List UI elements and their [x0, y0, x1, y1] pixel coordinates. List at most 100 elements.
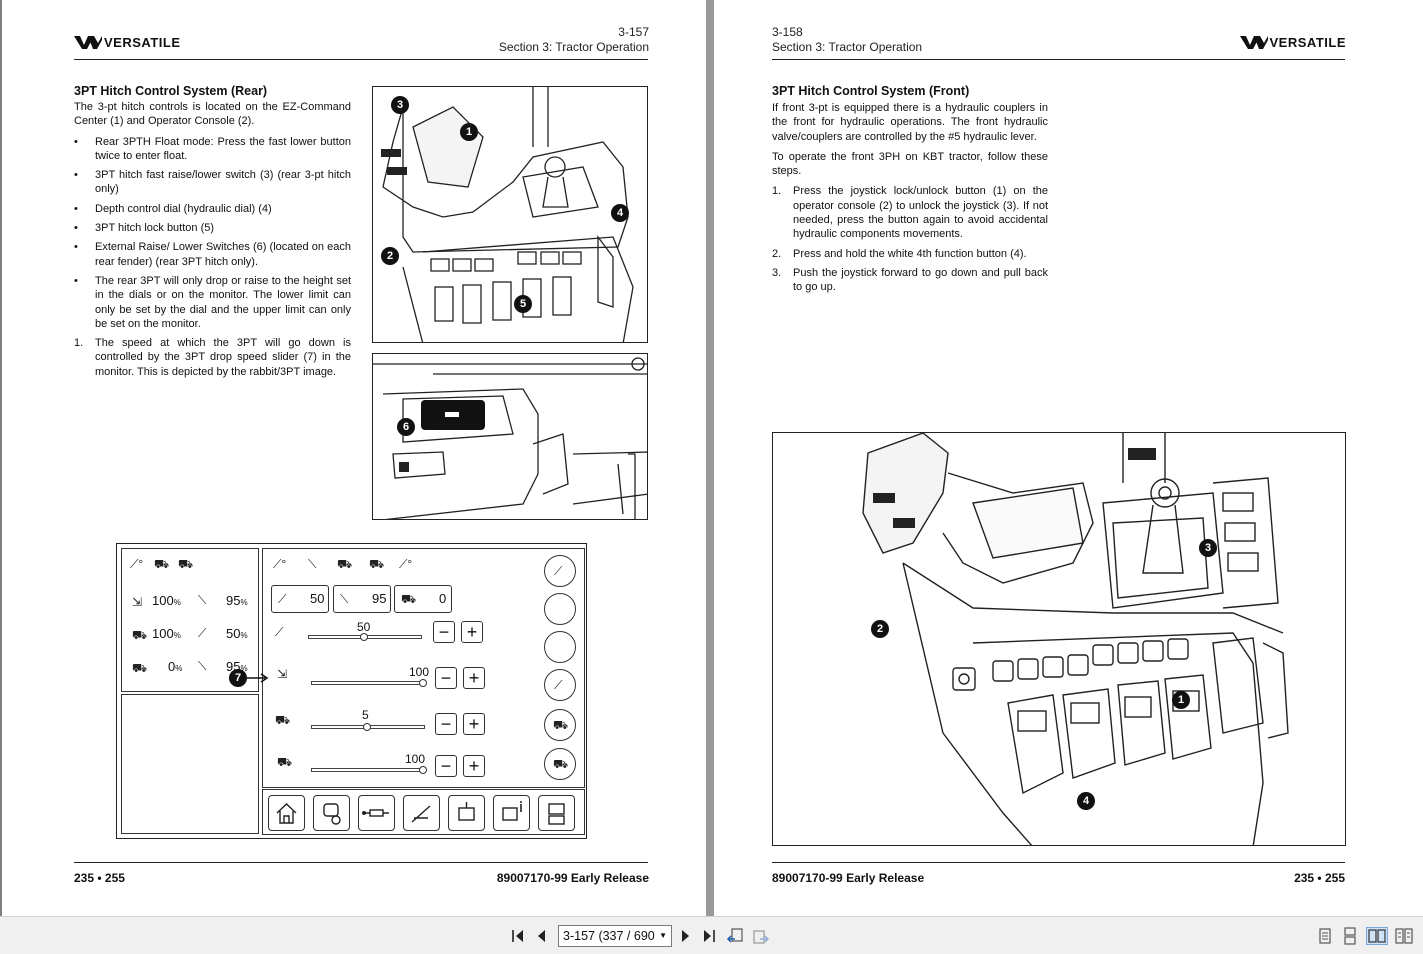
chevron-down-icon[interactable]: ▼	[659, 926, 667, 946]
slider-knob[interactable]	[419, 679, 427, 687]
go-back-button[interactable]	[726, 927, 744, 945]
hitch-lower-button[interactable]: ⟋	[544, 669, 576, 701]
single-page-icon	[1319, 928, 1331, 944]
console-figure: 3 1 2 4 5	[372, 86, 648, 343]
tractor-raise-button[interactable]: ⛟	[544, 748, 576, 780]
first-page-button[interactable]	[509, 927, 527, 945]
footer-rule	[772, 862, 1345, 863]
plus-button[interactable]: +	[463, 667, 485, 689]
viewer-toolbar: 3-157 (337 / 690 ▼	[0, 916, 1423, 954]
home-button[interactable]	[268, 795, 305, 831]
versatile-mark-icon	[74, 36, 102, 49]
last-page-button[interactable]	[700, 927, 718, 945]
slip-slider[interactable]	[311, 723, 425, 731]
continuous-page-icon	[1344, 927, 1356, 945]
step-list: 1. The speed at which the 3PT will go dow…	[74, 336, 351, 379]
minus-button[interactable]: −	[433, 621, 455, 643]
tractor-info-icon	[502, 801, 522, 821]
hitch-up-icon: ⟋°	[399, 557, 413, 571]
two-page-continuous-view-button[interactable]	[1395, 927, 1413, 945]
slip-box[interactable]: ⛟ 0	[394, 585, 452, 613]
versatile-logo: VERSATILE	[1239, 34, 1347, 50]
brand-name: VERSATILE	[104, 34, 181, 50]
tractor-raise-icon: ⛟	[369, 557, 385, 571]
slider-knob[interactable]	[419, 766, 427, 774]
callout-3: 3	[391, 96, 409, 114]
list-item: • Depth control dial (hydraulic dial) (4)	[74, 202, 272, 215]
tractor-settings-icon	[548, 803, 565, 825]
slider-knob[interactable]	[363, 723, 371, 731]
minus-button[interactable]: −	[435, 667, 457, 689]
step-item: 3. Push the joystick forward to go down a…	[772, 266, 1048, 294]
body-text: The 3-pt hitch controls is located on th…	[74, 100, 351, 384]
tractor-icon: ⛟	[553, 718, 569, 732]
hitch-arm-icon	[411, 805, 431, 823]
callout-2: 2	[381, 247, 399, 265]
two-page-view-button[interactable]	[1366, 927, 1388, 945]
joystick-console-drawing	[862, 433, 1289, 845]
minus-button[interactable]: −	[435, 713, 457, 735]
raise-slider[interactable]	[311, 766, 427, 774]
continuous-view-button[interactable]	[1341, 927, 1359, 945]
console-drawing	[381, 87, 634, 342]
hitch-nav-button[interactable]	[403, 795, 440, 831]
section-heading: 3PT Hitch Control System (Rear)	[74, 84, 268, 98]
cylinder-button[interactable]	[358, 795, 395, 831]
header-rule	[74, 59, 648, 60]
page-gutter	[706, 0, 714, 916]
left-page: VERSATILE 3-157 Section 3: Tractor Opera…	[2, 0, 706, 916]
empty-round-button[interactable]	[544, 631, 576, 663]
slider-value: 100	[405, 752, 426, 766]
page-counter: 235 • 255	[1294, 871, 1345, 885]
go-forward-button[interactable]	[752, 927, 770, 945]
step-list: 1. Press the joystick lock/unlock button …	[772, 184, 1048, 294]
plus-button[interactable]: +	[463, 713, 485, 735]
page-number-text: 3-157 (337 / 690	[563, 929, 655, 943]
tractor-icon: ⛟	[337, 557, 353, 571]
bullet-list: • Rear 3PTH Float mode: Press the fast lo…	[74, 135, 351, 332]
drop-speed-slider[interactable]	[311, 679, 427, 687]
settings-button[interactable]	[538, 795, 575, 831]
pto-icon	[458, 802, 475, 821]
list-item: • 3PT hitch fast raise/lower switch (3) (…	[74, 169, 351, 196]
next-page-button[interactable]	[676, 927, 694, 945]
monitor-screen: ⟋° ⛟ ⛟ ⇲ 100% ⟍ 95% ⛟ 100% ⟋ 50% ⛟ 0% ⟍ …	[116, 543, 587, 839]
section-title: Section 3: Tractor Operation	[498, 40, 649, 54]
hitch-position-icon: ⟋	[275, 625, 284, 639]
callout-7: 7	[229, 669, 247, 687]
info-button[interactable]	[493, 795, 530, 831]
section-title: Section 3: Tractor Operation	[772, 40, 923, 54]
empty-round-button[interactable]	[544, 593, 576, 625]
tractor-icon: ⛟	[401, 592, 417, 606]
hitch-icon: ⟋	[278, 592, 287, 606]
engine-button[interactable]	[313, 795, 350, 831]
plus-button[interactable]: +	[461, 621, 483, 643]
rabbit-hitch-icon: ⇲	[277, 667, 288, 681]
position-slider[interactable]	[308, 633, 422, 641]
upper-limit-value: 95%	[226, 593, 248, 608]
previous-page-button[interactable]	[533, 927, 551, 945]
minus-button[interactable]: −	[435, 755, 457, 777]
joystick-console-figure: 3 2 1 4	[772, 432, 1346, 846]
versatile-logo: VERSATILE	[74, 34, 181, 50]
monitor-nav-bar	[262, 789, 585, 835]
tractor-button[interactable]: ⛟	[544, 709, 576, 741]
slip-box-value: 0	[439, 591, 447, 606]
page-number-field[interactable]: 3-157 (337 / 690 ▼	[558, 925, 672, 947]
single-page-view-button[interactable]	[1316, 927, 1334, 945]
hitch-mode-button[interactable]: ⟋	[544, 555, 576, 587]
step-item: 1. The speed at which the 3PT will go dow…	[74, 337, 351, 378]
position-box-value: 50	[310, 591, 325, 606]
slider-knob[interactable]	[360, 633, 368, 641]
pto-button[interactable]	[448, 795, 485, 831]
position-box[interactable]: ⟋ 50	[271, 585, 329, 613]
document-id: 89007170-99 Early Release	[496, 871, 649, 885]
slider-value: 50	[357, 620, 371, 634]
hitch-icon: ⟋°	[130, 557, 144, 571]
plus-button[interactable]: +	[463, 755, 485, 777]
intro-paragraph: If front 3-pt is equipped there is a hyd…	[772, 102, 1048, 143]
upper-limit-box[interactable]: ⟍ 95	[333, 585, 391, 613]
go-back-icon	[726, 928, 743, 943]
page-number: 3-158	[772, 25, 803, 39]
slider-value: 100	[409, 665, 430, 679]
